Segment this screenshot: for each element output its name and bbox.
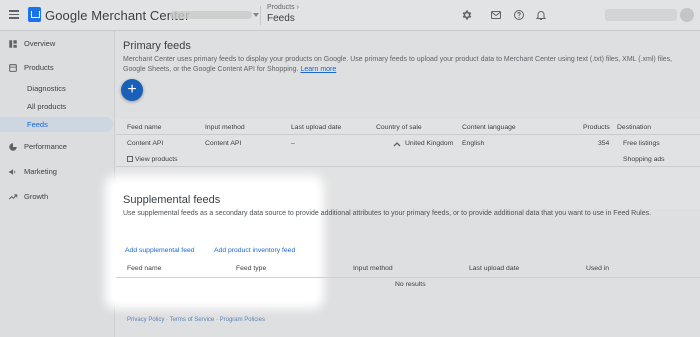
view-products-label: View products: [135, 156, 178, 163]
sidebar-item-label: All products: [27, 102, 67, 111]
destination: Free listings: [623, 140, 660, 147]
footer-links: Privacy Policy · Terms of Service · Prog…: [127, 317, 265, 323]
user-account-name: [605, 9, 677, 21]
input-method: Content API: [205, 140, 242, 147]
description-line: Merchant Center uses primary feeds to di…: [123, 56, 673, 63]
sidebar-item-all-products[interactable]: All products: [0, 99, 113, 114]
marketing-icon: [9, 168, 16, 175]
breadcrumb[interactable]: Products ›: [267, 4, 299, 11]
sidebar-item-label: Performance: [24, 142, 67, 151]
empty-state-text: No results: [395, 281, 426, 288]
column-header: Feed name: [127, 265, 162, 272]
program-policies-link[interactable]: Program Policies: [220, 317, 265, 323]
column-header: Input method: [205, 124, 245, 131]
view-products-link[interactable]: View products: [127, 156, 178, 163]
sidebar-item-diagnostics[interactable]: Diagnostics: [0, 81, 113, 96]
column-header: Destination: [617, 124, 652, 131]
description-text: Google Sheets, or the Google Content API…: [123, 65, 299, 73]
column-header: Products: [583, 124, 610, 131]
divider: [260, 6, 261, 25]
sidebar-item-overview[interactable]: Overview: [0, 36, 113, 51]
growth-icon: [8, 193, 18, 199]
terms-of-service-link[interactable]: Terms of Service: [170, 317, 215, 323]
feed-name-link[interactable]: Content API: [127, 140, 163, 147]
sidebar-item-label: Diagnostics: [27, 84, 66, 93]
products-icon: [9, 63, 17, 72]
top-app-bar: Google Merchant Center Products › Feeds: [0, 0, 700, 31]
description-line-2: Google Sheets, or the Google Content API…: [123, 65, 698, 75]
column-header: Input method: [353, 265, 393, 272]
add-supplemental-feed-button[interactable]: Add supplemental feed: [125, 247, 195, 254]
divider: [116, 134, 700, 135]
add-product-inventory-feed-button[interactable]: Add product inventory feed: [214, 247, 295, 254]
column-header: Content language: [462, 124, 516, 131]
notifications-icon[interactable]: [535, 9, 547, 21]
last-upload-date: –: [291, 140, 295, 147]
divider: [116, 166, 700, 167]
sidebar-item-label: Marketing: [24, 167, 57, 176]
column-header: Feed name: [127, 124, 162, 131]
brand-title: Google Merchant Center: [45, 8, 190, 23]
settings-icon[interactable]: [461, 9, 473, 21]
open-external-icon: [127, 156, 133, 162]
sidebar: Overview Products Diagnostics All produc…: [0, 31, 115, 337]
breadcrumb-arrow: ›: [296, 4, 299, 11]
country-of-sale: United Kingdom: [405, 140, 454, 147]
footer-separator: ·: [166, 317, 169, 323]
sidebar-item-marketing[interactable]: Marketing: [0, 164, 113, 179]
help-icon[interactable]: [513, 9, 525, 21]
sidebar-item-label: Products: [24, 63, 54, 72]
page-title: Feeds: [267, 13, 295, 24]
column-header: Last upload date: [291, 124, 342, 131]
merchant-center-logo: [28, 7, 41, 22]
supplemental-feeds-description: Use supplemental feeds as a secondary da…: [123, 210, 652, 217]
sidebar-item-products[interactable]: Products: [0, 60, 113, 75]
account-selector[interactable]: [170, 11, 252, 19]
sidebar-item-label: Growth: [24, 192, 49, 201]
learn-more-link[interactable]: Learn more: [300, 66, 336, 73]
destination: Shopping ads: [623, 156, 665, 163]
primary-feeds-title: Primary feeds: [123, 40, 191, 52]
performance-icon: [9, 142, 17, 151]
column-header: Used in: [586, 265, 610, 272]
products-count-link[interactable]: 354: [598, 140, 609, 147]
chevron-up-icon[interactable]: [393, 141, 401, 147]
column-header: Country of sale: [376, 124, 422, 131]
overview-icon: [9, 39, 17, 48]
divider: [116, 277, 700, 278]
primary-feeds-description: Merchant Center uses primary feeds to di…: [123, 55, 698, 74]
sidebar-item-label: Feeds: [27, 120, 48, 129]
add-primary-feed-button[interactable]: +: [121, 79, 143, 101]
mail-icon[interactable]: [490, 9, 502, 21]
column-header: Feed type: [236, 265, 267, 272]
sidebar-item-performance[interactable]: Performance: [0, 139, 113, 154]
sidebar-item-label: Overview: [24, 39, 56, 48]
column-header: Last upload date: [469, 265, 520, 272]
sidebar-item-feeds[interactable]: Feeds: [0, 117, 113, 132]
avatar[interactable]: [680, 8, 694, 22]
chevron-down-icon[interactable]: [253, 13, 259, 17]
breadcrumb-parent[interactable]: Products: [267, 4, 295, 11]
privacy-policy-link[interactable]: Privacy Policy: [127, 317, 164, 323]
supplemental-feeds-title: Supplemental feeds: [123, 194, 221, 206]
footer-separator: ·: [215, 317, 218, 323]
menu-icon[interactable]: [9, 10, 19, 19]
content-language: English: [462, 140, 485, 147]
sidebar-item-growth[interactable]: Growth: [0, 189, 113, 204]
